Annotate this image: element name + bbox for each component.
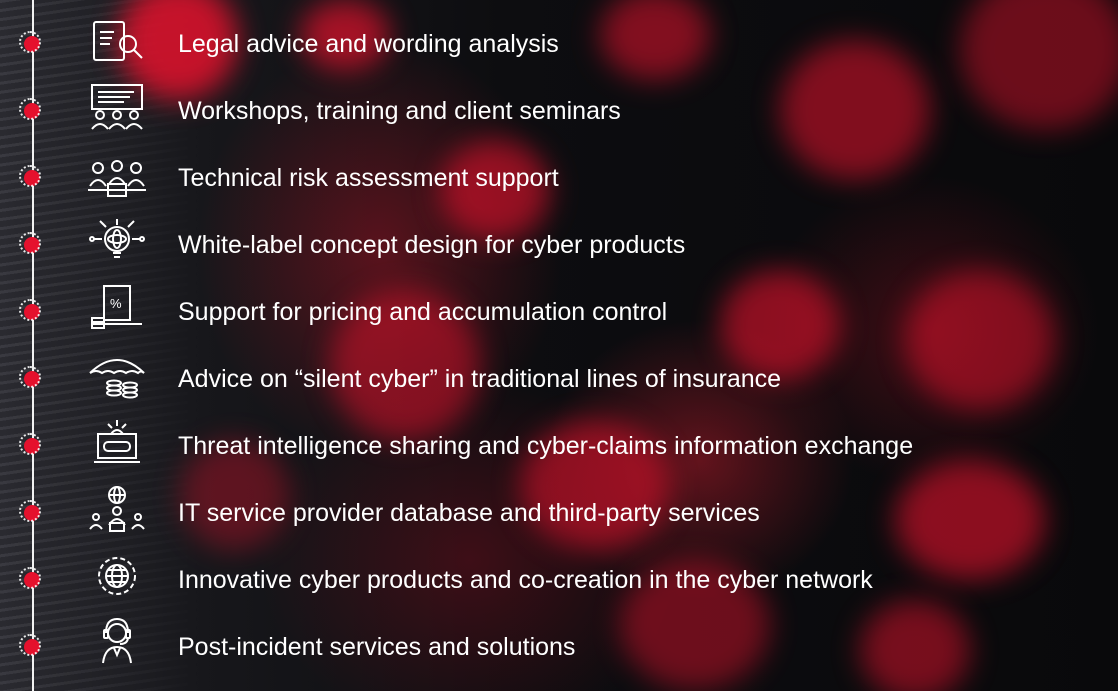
network-people-icon (84, 485, 150, 533)
services-list: Legal advice and wording analysis Worksh… (0, 0, 1118, 691)
list-item: % Support for pricing and accumulation c… (0, 278, 1118, 346)
timeline-dot (19, 299, 41, 321)
timeline-dot (19, 98, 41, 120)
umbrella-coins-icon (84, 351, 150, 399)
list-item: Innovative cyber products and co-creatio… (0, 546, 1118, 614)
list-item-label: Threat intelligence sharing and cyber-cl… (178, 432, 914, 460)
timeline-dot (19, 500, 41, 522)
timeline-dot (19, 366, 41, 388)
list-item: Technical risk assessment support (0, 144, 1118, 212)
percent-document-icon: % (84, 284, 150, 332)
list-item-label: Technical risk assessment support (178, 164, 559, 192)
timeline-dot (19, 634, 41, 656)
document-search-icon (84, 18, 150, 66)
list-item-label: IT service provider database and third-p… (178, 499, 760, 527)
timeline-dot (19, 232, 41, 254)
lightbulb-atom-icon (84, 217, 150, 265)
list-item-label: Post-incident services and solutions (178, 633, 576, 661)
timeline-dot (19, 165, 41, 187)
timeline-dot (19, 433, 41, 455)
support-agent-icon (84, 617, 150, 665)
timeline-dot (19, 31, 41, 53)
presentation-audience-icon (84, 83, 150, 131)
svg-text:%: % (110, 296, 122, 311)
list-item: Workshops, training and client seminars (0, 77, 1118, 145)
list-item: IT service provider database and third-p… (0, 479, 1118, 547)
list-item: White-label concept design for cyber pro… (0, 211, 1118, 279)
list-item: Legal advice and wording analysis (0, 10, 1118, 78)
team-laptop-icon (84, 154, 150, 202)
list-item: Threat intelligence sharing and cyber-cl… (0, 412, 1118, 480)
list-item-label: Support for pricing and accumulation con… (178, 298, 668, 326)
timeline-dot (19, 567, 41, 589)
list-item: Post-incident services and solutions (0, 613, 1118, 681)
laptop-alert-icon (84, 418, 150, 466)
list-item: Advice on “silent cyber” in traditional … (0, 345, 1118, 413)
list-item-label: Innovative cyber products and co-creatio… (178, 566, 873, 594)
globe-gear-icon (84, 552, 150, 600)
list-item-label: Advice on “silent cyber” in traditional … (178, 365, 782, 393)
list-item-label: White-label concept design for cyber pro… (178, 231, 686, 259)
list-item-label: Legal advice and wording analysis (178, 30, 559, 58)
list-item-label: Workshops, training and client seminars (178, 97, 621, 125)
